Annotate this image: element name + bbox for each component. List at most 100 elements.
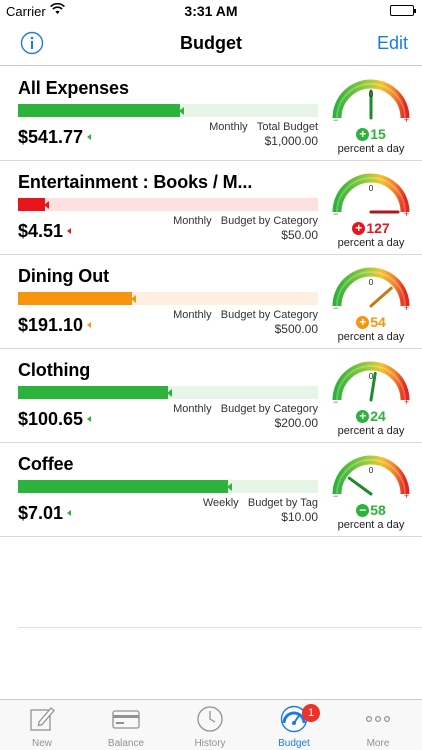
budget-period: Monthly <box>209 121 248 133</box>
navigation-bar: Budget Edit <box>0 22 422 66</box>
budget-gauge: − + 0 +54 percent a day <box>330 262 412 344</box>
budget-row-0[interactable]: All Expenses $541.77 Monthly Total Budge… <box>0 67 422 161</box>
budget-progress-track <box>18 386 318 399</box>
budget-limit: $50.00 <box>281 228 318 242</box>
gauge-caption: percent a day <box>337 519 405 531</box>
budget-type: Total Budget <box>256 121 318 133</box>
budget-progress-track <box>18 198 318 211</box>
gauge-zero-label: 0 <box>368 90 374 99</box>
more-icon <box>365 716 391 723</box>
gauge-zero-label: 0 <box>368 184 374 193</box>
gauge-percent-value: 127 <box>366 220 390 236</box>
budget-name: Dining Out <box>18 266 109 286</box>
gauge-percent-value: 54 <box>370 314 386 330</box>
budget-limit: $500.00 <box>274 322 318 336</box>
budget-progress-fill <box>18 104 180 117</box>
gauge-percent: +54 <box>330 314 412 330</box>
budget-period: Monthly <box>173 403 212 415</box>
tab-balance[interactable]: Balance <box>84 700 168 750</box>
gauge-caption: percent a day <box>337 425 405 437</box>
budget-period-type: Monthly Budget by Category <box>173 309 318 321</box>
budget-gauge: − + 0 −58 percent a day <box>330 450 412 532</box>
budget-gauge: − + 0 +15 percent a day <box>330 74 412 156</box>
svg-text:+: + <box>404 209 409 218</box>
spent-amount: $4.51 <box>18 221 64 241</box>
budget-row-4[interactable]: Coffee $7.01 Weekly Budget by Tag $10.00 <box>0 443 422 537</box>
budget-progress-fill <box>18 198 45 211</box>
svg-text:+: + <box>404 397 409 406</box>
budget-progress-fill <box>18 292 132 305</box>
progress-marker-icon <box>44 201 49 209</box>
progress-marker-icon <box>179 107 184 115</box>
budget-list: All Expenses $541.77 Monthly Total Budge… <box>0 67 422 537</box>
budget-period-type: Weekly Budget by Tag <box>203 497 318 509</box>
budget-progress-track <box>18 480 318 493</box>
budget-name: All Expenses <box>18 78 129 98</box>
budget-period: Weekly <box>202 497 239 509</box>
gauge-zero-label: 0 <box>368 372 374 381</box>
spent-marker-icon <box>67 228 71 234</box>
gauge-zero-label: 0 <box>368 278 374 287</box>
budget-progress-fill <box>18 386 168 399</box>
card-icon <box>112 710 140 729</box>
tab-balance-label: Balance <box>107 738 145 749</box>
gauge-percent: +127 <box>330 220 412 236</box>
tab-budget[interactable]: 1 Budget <box>252 700 336 750</box>
budget-row-3[interactable]: Clothing $100.65 Monthly Budget by Categ… <box>0 349 422 443</box>
budget-progress-fill <box>18 480 228 493</box>
gauge-caption: percent a day <box>337 237 405 249</box>
page-title: Budget <box>180 33 242 53</box>
svg-text:−: − <box>333 209 338 218</box>
budget-progress-track <box>18 104 318 117</box>
gauge-dial-icon: − + <box>332 361 410 406</box>
gauge-percent-value: 24 <box>370 408 386 424</box>
percent-sign-badge: + <box>356 410 370 423</box>
gauge-dial-icon: − + <box>332 79 410 124</box>
budget-gauge: − + 0 +127 percent a day <box>330 168 412 250</box>
progress-marker-icon <box>131 295 136 303</box>
budget-limit: $1,000.00 <box>264 134 318 148</box>
clock-icon <box>197 706 223 732</box>
tab-new[interactable]: New <box>0 700 84 750</box>
budget-row-1[interactable]: Entertainment : Books / M... $4.51 Month… <box>0 161 422 255</box>
tab-more-label: More <box>366 738 390 749</box>
spent-marker-icon <box>87 322 91 328</box>
budget-progress-track <box>18 292 318 305</box>
svg-text:−: − <box>333 397 338 406</box>
spent-marker-icon <box>87 416 91 422</box>
gauge-dial-icon: − + <box>332 455 410 500</box>
tab-bar: New Balance History 1 Budget More <box>0 699 422 750</box>
gauge-percent: +15 <box>330 126 412 142</box>
budget-row-2[interactable]: Dining Out $191.10 Monthly Budget by Cat… <box>0 255 422 349</box>
percent-sign-badge: + <box>352 222 366 235</box>
edit-button[interactable]: Edit <box>377 33 408 54</box>
budget-type: Budget by Category <box>220 403 318 415</box>
tab-budget-label: Budget <box>278 738 310 749</box>
budget-gauge: − + 0 +24 percent a day <box>330 356 412 438</box>
spent-amount: $541.77 <box>18 127 84 147</box>
gauge-dial-icon: − + <box>332 267 410 312</box>
gauge-percent: −58 <box>330 502 412 518</box>
budget-limit: $200.00 <box>274 416 318 430</box>
budget-limit: $10.00 <box>281 510 318 524</box>
budget-name: Entertainment : Books / M... <box>18 172 253 192</box>
tab-history-label: History <box>194 738 226 749</box>
tab-new-label: New <box>31 738 52 749</box>
budget-period-type: Monthly Total Budget <box>209 121 318 133</box>
tab-history[interactable]: History <box>168 700 252 750</box>
list-separator <box>18 627 422 628</box>
budget-period: Monthly <box>173 215 212 227</box>
gauge-caption: percent a day <box>337 331 405 343</box>
spent-marker-icon <box>87 134 91 140</box>
spent-marker-icon <box>67 510 71 516</box>
gauge-percent-value: 15 <box>370 126 386 142</box>
tab-more[interactable]: More <box>336 700 420 750</box>
svg-text:+: + <box>404 303 409 312</box>
budget-type: Budget by Category <box>220 215 318 227</box>
tab-budget-badge: 1 <box>302 704 320 722</box>
svg-text:+: + <box>404 115 409 124</box>
budget-name: Clothing <box>18 360 91 380</box>
spent-amount: $7.01 <box>18 503 64 523</box>
budget-period: Monthly <box>173 309 212 321</box>
spent-amount: $100.65 <box>18 409 84 429</box>
